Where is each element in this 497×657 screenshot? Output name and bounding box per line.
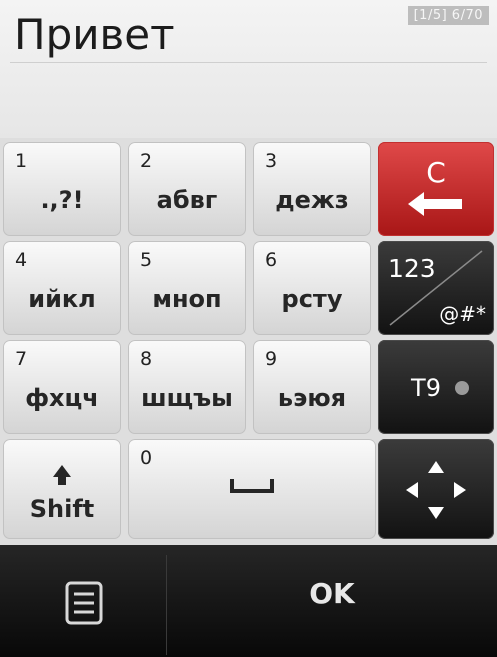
- key-5[interactable]: 5 мноп: [128, 241, 246, 335]
- shift-button[interactable]: Shift: [3, 439, 121, 539]
- key-8[interactable]: 8 шщъы: [128, 340, 246, 434]
- key-letters: ьэюя: [277, 384, 347, 412]
- key-number: 1: [15, 150, 28, 172]
- mode-numbers-label: 123: [388, 254, 436, 283]
- t9-indicator-dot: [455, 381, 469, 395]
- mode-toggle-button[interactable]: 123 @#*: [378, 241, 494, 335]
- key-number: 4: [15, 249, 28, 271]
- menu-icon: [65, 581, 103, 625]
- key-letters: дежз: [275, 186, 349, 214]
- space-button[interactable]: 0: [128, 439, 376, 539]
- message-counter: [1/5] 6/70: [407, 6, 489, 25]
- shift-graphic: Shift: [30, 465, 95, 523]
- clear-button[interactable]: C: [378, 142, 494, 236]
- key-number: 3: [265, 150, 278, 172]
- key-9[interactable]: 9 ьэюя: [253, 340, 371, 434]
- key-letters: ийкл: [28, 285, 96, 313]
- clear-label: C: [426, 156, 446, 189]
- key-letters: мноп: [152, 285, 222, 313]
- key-number: 6: [265, 249, 278, 271]
- key-1[interactable]: 1 .,?!: [3, 142, 121, 236]
- ok-label: OK: [309, 576, 355, 610]
- message-text: Привет: [14, 10, 175, 59]
- t9-label: T9: [410, 374, 441, 402]
- key-number: 2: [140, 150, 153, 172]
- keypad: 1 .,?! 2 абвг 3 дежз C 4 ийкл 5 мноп 6 р…: [0, 138, 497, 545]
- key-number: 8: [140, 348, 153, 370]
- shift-arrow-icon: [53, 465, 71, 485]
- key-letters: фхцч: [25, 384, 99, 412]
- ok-softkey[interactable]: OK: [167, 545, 497, 657]
- key-number: 5: [140, 249, 153, 271]
- t9-toggle-button[interactable]: T9: [378, 340, 494, 434]
- backspace-arrow-icon: C: [408, 156, 462, 216]
- key-letters: .,?!: [40, 186, 84, 214]
- key-letters: абвг: [156, 186, 218, 214]
- softkey-bar: OK: [0, 545, 497, 657]
- menu-softkey[interactable]: [0, 545, 166, 657]
- shift-label: Shift: [30, 495, 95, 523]
- t9-toggle-graphic: T9: [410, 374, 469, 402]
- key-number: 9: [265, 348, 278, 370]
- key-letters: шщъы: [141, 384, 233, 412]
- mode-symbols-label: @#*: [439, 302, 486, 326]
- four-way-arrows-icon: [406, 461, 466, 519]
- key-letters: рсту: [281, 285, 343, 313]
- key-4[interactable]: 4 ийкл: [3, 241, 121, 335]
- input-underline: [10, 62, 487, 63]
- key-3[interactable]: 3 дежз: [253, 142, 371, 236]
- key-number: 7: [15, 348, 28, 370]
- key-6[interactable]: 6 рсту: [253, 241, 371, 335]
- mode-toggle-graphic: 123 @#*: [388, 250, 486, 326]
- key-7[interactable]: 7 фхцч: [3, 340, 121, 434]
- message-input[interactable]: [1/5] 6/70 Привет: [0, 0, 497, 140]
- cursor-navigation-button[interactable]: [378, 439, 494, 539]
- space-icon: [230, 479, 274, 493]
- key-2[interactable]: 2 абвг: [128, 142, 246, 236]
